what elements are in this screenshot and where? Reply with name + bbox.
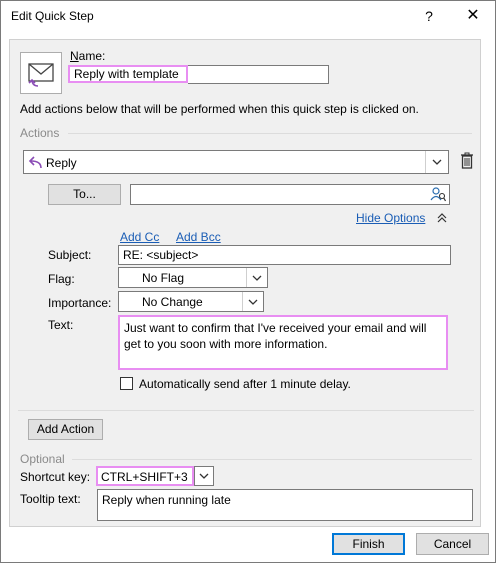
to-button[interactable]: To...	[48, 184, 121, 205]
chevron-down-icon[interactable]	[425, 151, 448, 173]
dialog-title: Edit Quick Step	[11, 9, 94, 23]
shortcut-key-select[interactable]: CTRL+SHIFT+3	[96, 466, 194, 486]
edit-quick-step-dialog: Edit Quick Step ? ✕ Name: Reply with tem…	[0, 0, 496, 563]
add-bcc-link[interactable]: Add Bcc	[176, 230, 221, 244]
flag-label: Flag:	[48, 272, 75, 286]
chevron-up-icon[interactable]	[437, 213, 447, 223]
subject-label: Subject:	[48, 248, 92, 262]
chevron-down-icon[interactable]	[246, 268, 267, 287]
flag-select[interactable]: No Flag	[118, 267, 268, 288]
auto-send-label: Automatically send after 1 minute delay.	[139, 377, 351, 391]
hide-options-link[interactable]: Hide Options	[356, 211, 425, 225]
add-action-button-label: Add Action	[36, 422, 95, 436]
reply-arrow-icon	[28, 156, 42, 169]
tooltip-text-input[interactable]: Reply when running late	[97, 489, 473, 521]
optional-divider	[72, 459, 472, 460]
dialog-body: Name: Reply with template Add actions be…	[9, 39, 481, 527]
to-input[interactable]	[130, 184, 450, 205]
section-divider	[18, 410, 474, 411]
help-button[interactable]: ?	[419, 1, 439, 31]
flag-select-value: No Flag	[142, 271, 185, 285]
name-label: Name:	[70, 49, 106, 63]
chevron-down-icon[interactable]	[194, 466, 214, 486]
tooltip-text-label: Tooltip text:	[20, 492, 81, 506]
delete-action-button[interactable]	[459, 152, 475, 170]
address-book-icon[interactable]	[430, 186, 446, 202]
chevron-down-icon[interactable]	[242, 292, 263, 311]
name-input[interactable]: Reply with template	[68, 65, 188, 83]
shortcut-key-label: Shortcut key:	[20, 470, 91, 484]
importance-label: Importance:	[48, 296, 112, 310]
action-select[interactable]: Reply	[23, 150, 449, 174]
envelope-reply-icon	[28, 63, 54, 87]
actions-divider	[68, 133, 472, 134]
text-label: Text:	[48, 318, 74, 332]
title-bar: Edit Quick Step ? ✕	[1, 1, 495, 31]
finish-button-label: Finish	[352, 537, 385, 551]
importance-select-value: No Change	[142, 295, 203, 309]
shortcut-key-value: CTRL+SHIFT+3	[101, 470, 188, 484]
description-text: Add actions below that will be performed…	[20, 102, 419, 116]
add-cc-link[interactable]: Add Cc	[120, 230, 159, 244]
to-button-label: To...	[73, 187, 96, 201]
cancel-button[interactable]: Cancel	[416, 533, 489, 555]
trash-icon	[461, 152, 473, 169]
cancel-button-label: Cancel	[433, 537, 472, 551]
quick-step-icon-picker[interactable]	[20, 52, 62, 94]
importance-select[interactable]: No Change	[118, 291, 264, 312]
subject-input[interactable]: RE: <subject>	[118, 245, 451, 265]
add-action-button[interactable]: Add Action	[28, 419, 103, 440]
text-input[interactable]: Just want to confirm that I've received …	[118, 315, 448, 370]
auto-send-checkbox[interactable]	[120, 377, 133, 390]
actions-heading: Actions	[20, 126, 60, 140]
action-select-value: Reply	[46, 156, 77, 170]
optional-heading: Optional	[20, 452, 65, 466]
name-input-extension	[188, 65, 329, 84]
finish-button[interactable]: Finish	[332, 533, 405, 555]
close-button[interactable]: ✕	[451, 1, 495, 31]
